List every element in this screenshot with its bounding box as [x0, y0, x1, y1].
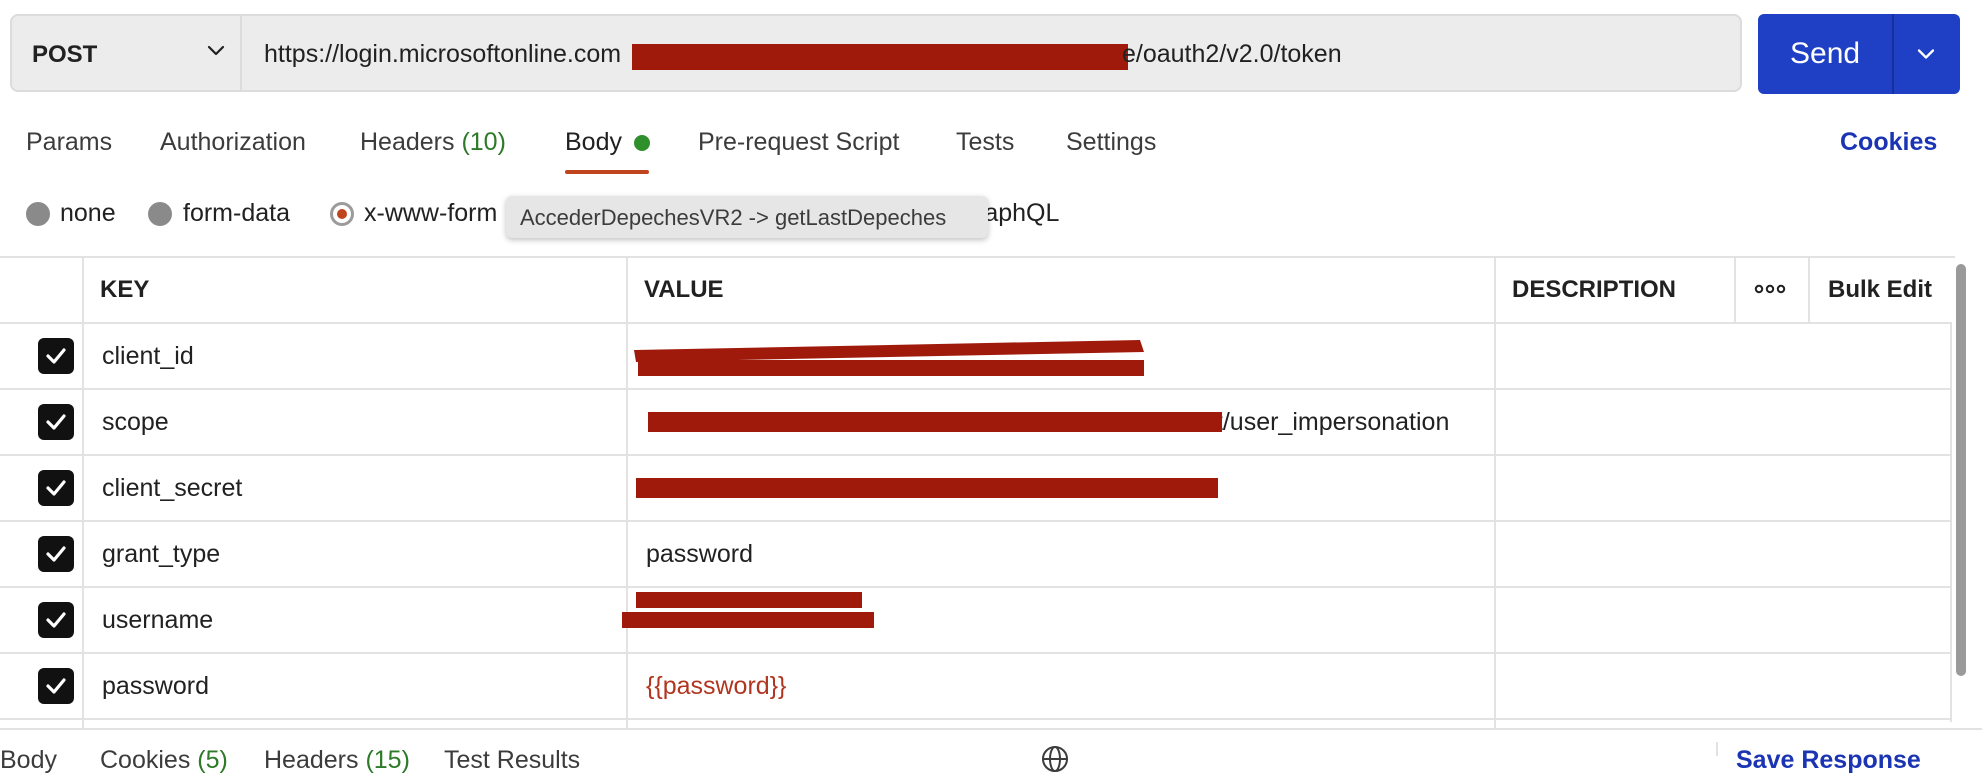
response-tab-test-results[interactable]: Test Results	[444, 746, 580, 775]
response-tab-headers-label: Headers	[264, 746, 359, 774]
value-redaction	[634, 340, 1144, 376]
table-top-border	[0, 256, 1955, 258]
radio-form-data-label[interactable]: form-data	[183, 199, 290, 228]
table-row: grant_type password	[0, 522, 1950, 586]
method-select[interactable]: POST	[12, 16, 242, 90]
row-key[interactable]: client_secret	[102, 474, 242, 503]
column-divider	[1808, 256, 1810, 322]
radio-form-data[interactable]	[148, 202, 172, 226]
body-status-dot	[634, 135, 650, 151]
tab-params[interactable]: Params	[26, 128, 112, 157]
response-tab-headers-count: (15)	[365, 746, 410, 774]
chevron-down-icon[interactable]	[1912, 40, 1940, 68]
radio-x-www-form-label[interactable]: x-www-form	[364, 199, 497, 228]
row-divider	[0, 718, 1952, 720]
response-tab-headers[interactable]: Headers (15)	[264, 746, 410, 775]
checkmark-icon	[46, 612, 66, 628]
send-button[interactable]: Send	[1758, 14, 1960, 94]
column-header-description: DESCRIPTION	[1512, 276, 1677, 303]
tab-tests[interactable]: Tests	[956, 128, 1014, 157]
row-value[interactable]: password	[646, 540, 753, 569]
save-response-button[interactable]: Save Response	[1736, 746, 1921, 775]
row-key[interactable]: grant_type	[102, 540, 220, 569]
tooltip: AccederDepechesVR2 -> getLastDepeches	[506, 196, 988, 238]
tab-settings[interactable]: Settings	[1066, 128, 1156, 157]
checkmark-icon	[46, 480, 66, 496]
method-label: POST	[32, 41, 98, 68]
table-row: username	[0, 588, 1950, 652]
url-input[interactable]: https://login.microsoftonline.com e/oaut…	[244, 16, 1740, 90]
response-tab-cookies-count: (5)	[197, 746, 228, 774]
row-checkbox[interactable]	[38, 404, 74, 440]
value-redaction	[622, 612, 874, 628]
bulk-edit-button[interactable]: Bulk Edit	[1828, 276, 1932, 304]
row-checkbox[interactable]	[38, 536, 74, 572]
send-divider	[1892, 14, 1894, 94]
response-tab-body[interactable]: Body	[0, 746, 57, 775]
tab-headers-label: Headers	[360, 128, 455, 156]
column-header-key: KEY	[100, 276, 150, 303]
response-divider	[0, 728, 1982, 730]
url-suffix: e/oauth2/v2.0/token	[1122, 40, 1342, 68]
tab-body[interactable]: Body	[565, 128, 622, 157]
radio-selected-dot	[337, 209, 347, 219]
table-right-border	[1950, 322, 1952, 722]
tooltip-text: AccederDepechesVR2 -> getLastDepeches	[520, 205, 947, 230]
row-checkbox[interactable]	[38, 668, 74, 704]
row-value[interactable]: {{password}}	[646, 672, 786, 701]
checkmark-icon	[46, 348, 66, 364]
table-row: client_secret	[0, 456, 1950, 520]
tab-headers[interactable]: Headers (10)	[360, 128, 506, 157]
table-row: client_id	[0, 324, 1950, 388]
url-prefix: https://login.microsoftonline.com	[264, 40, 622, 68]
row-key[interactable]: client_id	[102, 342, 194, 371]
row-key[interactable]: scope	[102, 408, 169, 437]
tab-headers-count: (10)	[461, 128, 506, 156]
table-scrollbar[interactable]	[1956, 264, 1966, 676]
more-options-icon[interactable]	[1754, 282, 1786, 296]
checkmark-icon	[46, 678, 66, 694]
row-checkbox[interactable]	[38, 470, 74, 506]
row-value[interactable]: et/user_impersonation	[1202, 408, 1449, 437]
row-key[interactable]: username	[102, 606, 213, 635]
column-header-value: VALUE	[644, 276, 724, 303]
table-row: password {{password}}	[0, 654, 1950, 718]
radio-none-label[interactable]: none	[60, 199, 116, 228]
checkmark-icon	[46, 414, 66, 430]
url-redaction	[632, 44, 1128, 70]
tab-body-underline	[565, 170, 649, 174]
row-checkbox[interactable]	[38, 602, 74, 638]
value-redaction	[648, 412, 1222, 432]
value-redaction	[636, 592, 862, 608]
response-divider	[1716, 742, 1718, 756]
request-bar: POST https://login.microsoftonline.com e…	[10, 14, 1742, 92]
response-tab-cookies[interactable]: Cookies (5)	[100, 746, 228, 775]
radio-none[interactable]	[26, 202, 50, 226]
checkmark-icon	[46, 546, 66, 562]
value-redaction	[636, 478, 1218, 498]
radio-x-www-form[interactable]	[330, 202, 354, 226]
column-divider	[1734, 256, 1736, 322]
row-key[interactable]: password	[102, 672, 209, 701]
cookies-link[interactable]: Cookies	[1840, 128, 1937, 157]
tab-authorization[interactable]: Authorization	[160, 128, 306, 157]
globe-icon[interactable]	[1040, 744, 1070, 774]
table-row: scope et/user_impersonation	[0, 390, 1950, 454]
chevron-down-icon	[207, 45, 225, 56]
send-label: Send	[1790, 37, 1861, 70]
tab-pre-request-script[interactable]: Pre-request Script	[698, 128, 899, 157]
row-checkbox[interactable]	[38, 338, 74, 374]
radio-graphql-label[interactable]: raphQL	[976, 199, 1059, 228]
response-tab-cookies-label: Cookies	[100, 746, 191, 774]
